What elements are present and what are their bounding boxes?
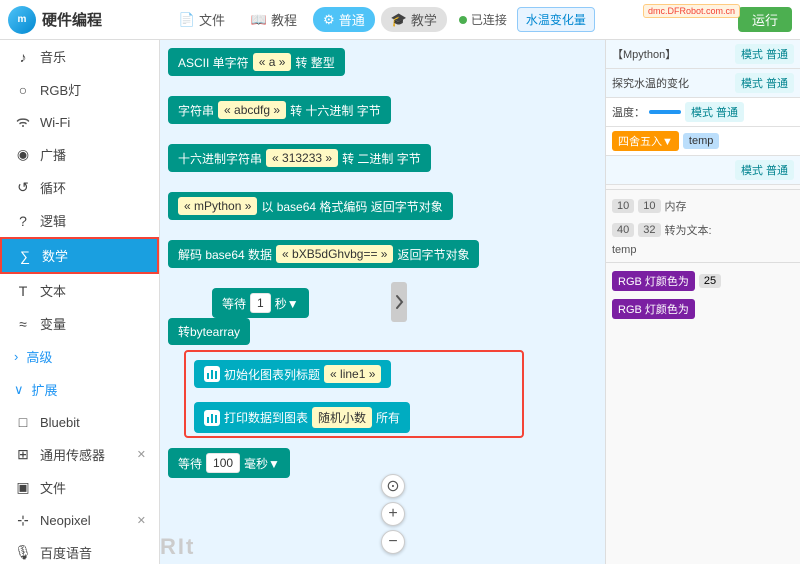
sidebar-item-baidu[interactable]: 🎙 百度语音: [0, 536, 159, 564]
broadcast-icon: ◉: [14, 146, 32, 164]
run-button[interactable]: 运行: [738, 7, 792, 32]
sidebar-expand-extensions[interactable]: ∨ 扩展: [0, 373, 159, 406]
sidebar-item-sensor[interactable]: ⊞ 通用传感器 ✕: [0, 438, 159, 471]
df-badge: dmc.DFRobot.com.cn: [643, 4, 740, 18]
file-icon: 📄: [179, 12, 195, 28]
sidebar-expand-advanced[interactable]: › 高级: [0, 340, 159, 373]
bluebit-icon: □: [14, 413, 32, 431]
rp-divider-1: [606, 189, 800, 190]
zoom-in-button[interactable]: +: [381, 502, 405, 526]
ascii-block[interactable]: ASCII 单字符 « a » 转 整型: [168, 48, 345, 76]
file-button[interactable]: 📄 文件: [169, 6, 235, 33]
water-temp-button[interactable]: 水温变化量: [517, 7, 595, 32]
app-logo-icon: m: [8, 6, 36, 34]
sidebar-item-broadcast[interactable]: ◉ 广播: [0, 138, 159, 171]
sidebar-item-math[interactable]: ∑ 数学: [0, 237, 159, 274]
zoom-out-button[interactable]: −: [381, 530, 405, 554]
variable-icon: ≈: [14, 315, 32, 333]
hex-bin-block[interactable]: 十六进制字符串 « 313233 » 转 二进制 字节: [168, 144, 431, 172]
mpython-b64-block[interactable]: « mPython » 以 base64 格式编码 返回字节对象: [168, 192, 453, 220]
sidebar-item-text[interactable]: T 文本: [0, 274, 159, 307]
right-panel: 【Mpython】 模式 普通 探究水温的变化 模式 普通 温度： 模式 普通 …: [605, 40, 800, 564]
rgb-icon: ○: [14, 81, 32, 99]
rp-row-2: 探究水温的变化 模式 普通: [606, 69, 800, 98]
watermark-text: RIt: [160, 534, 195, 560]
sidebar-item-logic[interactable]: ? 逻辑: [0, 204, 159, 237]
sidebar-item-wifi[interactable]: Wi-Fi: [0, 106, 159, 138]
wait-block[interactable]: 等待 1 秒▼: [212, 288, 309, 318]
mode-teach-button[interactable]: 🎓 教学: [381, 7, 447, 32]
files-icon: ▣: [14, 479, 32, 497]
sensor-remove-button[interactable]: ✕: [134, 447, 149, 462]
sidebar: ♪ 音乐 ○ RGB灯 Wi-Fi ◉ 广播 ↺ 循环 ?: [0, 40, 160, 564]
zoom-controls: ⊙ + −: [381, 474, 405, 554]
tutorial-icon: 📖: [251, 12, 267, 28]
collapse-arrow-icon: ∨: [14, 382, 24, 398]
sidebar-item-bluebit[interactable]: □ Bluebit: [0, 406, 159, 438]
logic-icon: ?: [14, 212, 32, 230]
mode-normal-button[interactable]: ⚙ 普通: [313, 7, 375, 32]
sidebar-item-files[interactable]: ▣ 文件: [0, 471, 159, 504]
main-layout: ♪ 音乐 ○ RGB灯 Wi-Fi ◉ 广播 ↺ 循环 ?: [0, 40, 800, 564]
sensor-icon: ⊞: [14, 446, 32, 464]
sidebar-item-variable[interactable]: ≈ 变量: [0, 307, 159, 340]
logo-area: m 硬件编程: [8, 6, 163, 34]
app-title: 硬件编程: [42, 9, 102, 30]
wifi-icon: [14, 113, 32, 131]
status-dot: [459, 16, 467, 24]
math-icon: ∑: [16, 247, 34, 265]
scroll-right-arrow[interactable]: [391, 282, 407, 322]
chart-icon-init: [204, 366, 220, 382]
sidebar-item-rgb[interactable]: ○ RGB灯: [0, 73, 159, 106]
connection-status: 已连接: [459, 11, 507, 28]
rp-divider-2: [606, 262, 800, 263]
sidebar-item-loop[interactable]: ↺ 循环: [0, 171, 159, 204]
teach-icon: 🎓: [391, 12, 407, 28]
rp-rgb-row-2: RGB 灯颜色为: [606, 295, 800, 323]
rp-row-1: 【Mpython】 模式 普通: [606, 40, 800, 69]
mode-icon: ⚙: [323, 12, 335, 28]
neopixel-icon: ⊹: [14, 511, 32, 529]
wait-100ms-block[interactable]: 等待 100 毫秒▼: [168, 448, 290, 478]
expand-arrow-icon: ›: [14, 349, 18, 364]
neopixel-remove-button[interactable]: ✕: [134, 513, 149, 528]
rp-rgb-row-1: RGB 灯颜色为 25: [606, 267, 800, 295]
workspace: ASCII 单字符 « a » 转 整型 字符串 « abcdfg » 转 十六…: [160, 40, 605, 564]
sidebar-item-neopixel[interactable]: ⊹ Neopixel ✕: [0, 504, 159, 536]
music-icon: ♪: [14, 48, 32, 66]
print-chart-block[interactable]: 打印数据到图表 随机小数 所有: [194, 402, 410, 433]
rp-row-4: 四舍五入▼ temp: [606, 127, 800, 156]
bytearray-block[interactable]: 转bytearray: [168, 318, 250, 345]
chart-icon-print: [204, 410, 220, 426]
rp-row-3: 温度： 模式 普通: [606, 98, 800, 127]
decode-b64-block[interactable]: 解码 base64 数据 « bXB5dGhvbg== » 返回字节对象: [168, 240, 479, 268]
text-icon: T: [14, 282, 32, 300]
tutorial-button[interactable]: 📖 教程: [241, 6, 307, 33]
rp-numbers-row-2: 40 32 转为文本:: [606, 218, 800, 242]
baidu-icon: 🎙: [14, 544, 32, 562]
sidebar-item-music[interactable]: ♪ 音乐: [0, 40, 159, 73]
loop-icon: ↺: [14, 179, 32, 197]
top-bar: m 硬件编程 📄 文件 📖 教程 ⚙ 普通 🎓 教学 已连接 水温变化量 运行 …: [0, 0, 800, 40]
rp-temp-row: temp: [606, 242, 800, 258]
rp-numbers-row-1: 10 10 内存: [606, 194, 800, 218]
rp-row-5: 模式 普通: [606, 156, 800, 185]
zoom-center-button[interactable]: ⊙: [381, 474, 405, 498]
init-chart-block[interactable]: 初始化图表列标题 « line1 »: [194, 360, 391, 388]
string-hex-block[interactable]: 字符串 « abcdfg » 转 十六进制 字节: [168, 96, 391, 124]
